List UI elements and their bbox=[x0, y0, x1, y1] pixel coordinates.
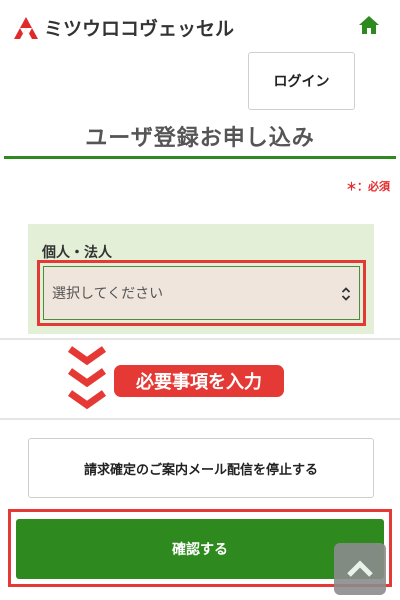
band-divider-top bbox=[0, 338, 400, 340]
page-title: ユーザ登録お申し込み bbox=[85, 126, 315, 151]
required-note: ＊：必須 bbox=[346, 180, 390, 193]
chevron-up-icon bbox=[347, 560, 373, 577]
select-value: 選択してください bbox=[52, 286, 164, 302]
brand-logo[interactable]: ミツウロコヴェッセル bbox=[14, 14, 234, 41]
stop-notification-button[interactable]: 請求確定のご案内メール配信を停止する bbox=[28, 438, 374, 498]
home-icon[interactable] bbox=[358, 15, 380, 35]
title-divider bbox=[4, 156, 396, 159]
field-label-entity-type: 個人・法人 bbox=[42, 245, 112, 261]
brand-name: ミツウロコヴェッセル bbox=[44, 18, 235, 40]
confirm-button[interactable]: 確認する bbox=[16, 519, 384, 579]
scroll-to-top-button[interactable] bbox=[334, 543, 386, 595]
guide-badge: 必要事項を入力 bbox=[114, 365, 284, 397]
header: ミツウロコヴェッセル bbox=[0, 0, 400, 48]
chevron-updown-icon bbox=[341, 287, 351, 301]
triple-chevron-down-icon bbox=[67, 346, 107, 410]
mitsuuroko-triangle-logo-icon bbox=[14, 16, 38, 39]
band-divider-bottom bbox=[0, 418, 400, 420]
entity-type-select[interactable]: 選択してください bbox=[43, 266, 360, 320]
login-button[interactable]: ログイン bbox=[248, 52, 355, 110]
